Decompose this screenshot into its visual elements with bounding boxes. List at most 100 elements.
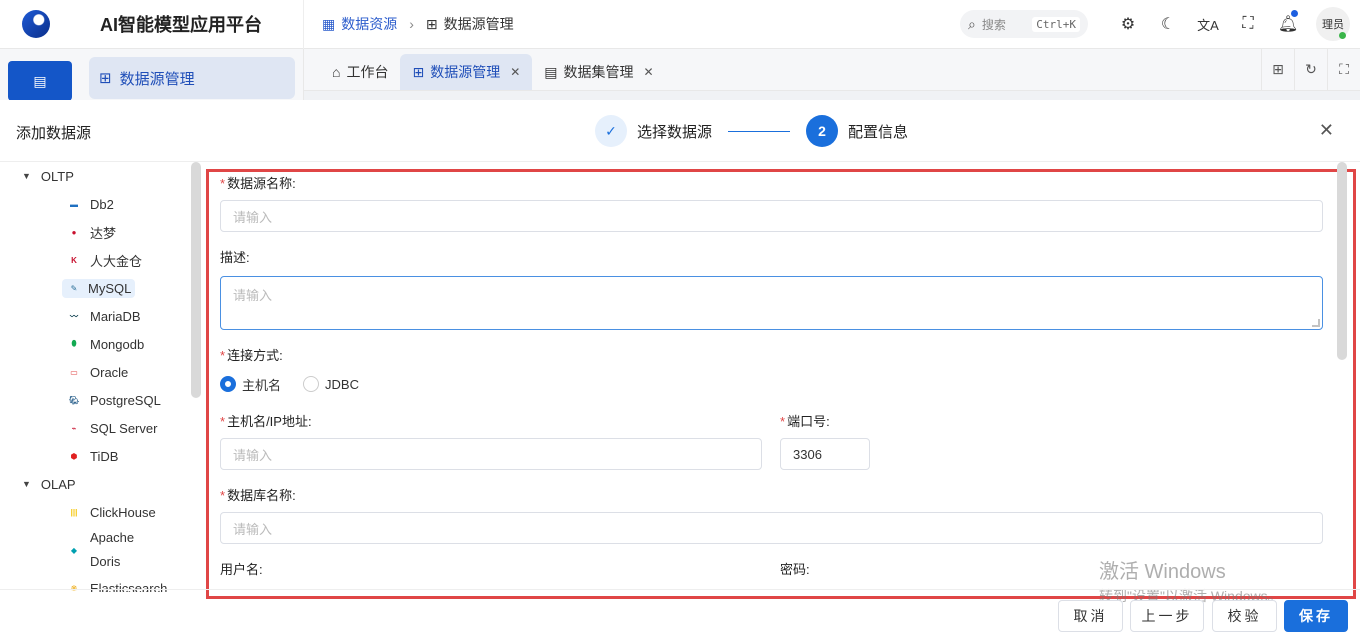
database-name-input[interactable]: 请输入 xyxy=(220,512,1323,544)
tree-item-label: PostgreSQL xyxy=(90,392,161,408)
tree-item-dameng[interactable]: ● 达梦 xyxy=(0,218,202,246)
mariadb-icon: 〰 xyxy=(70,311,78,321)
host-input[interactable]: 请输入 xyxy=(220,438,762,470)
tree-item-mariadb[interactable]: 〰 MariaDB xyxy=(0,302,202,330)
radio-checked-icon xyxy=(220,376,236,392)
grid-icon[interactable]: ⊞ xyxy=(1261,48,1294,90)
tree-item-mysql[interactable]: ✎ MySQL xyxy=(0,274,202,302)
tabs-bar: ⌂ 工作台 ⊞ 数据源管理 ✕ ▤ 数据集管理 ✕ ⊞ ↻ ⛶ xyxy=(304,48,1360,91)
tree-item-clickhouse[interactable]: ||| ClickHouse xyxy=(0,498,202,526)
refresh-icon[interactable]: ↻ xyxy=(1294,48,1327,90)
username-label: 用户名: xyxy=(220,562,263,577)
breadcrumb-current: 数据源管理 xyxy=(443,16,514,32)
dameng-icon: ● xyxy=(71,227,77,237)
tab-workbench[interactable]: ⌂ 工作台 xyxy=(320,54,400,90)
translate-icon[interactable]: 文A xyxy=(1188,10,1228,38)
tree-item-label: MySQL xyxy=(88,280,132,296)
tab-label: 数据集管理 xyxy=(563,64,634,80)
subnav-item-datasource[interactable]: ⊞ 数据源管理 xyxy=(89,57,295,99)
check-icon: ✓ xyxy=(595,115,627,147)
tab-datasource[interactable]: ⊞ 数据源管理 ✕ xyxy=(400,54,533,90)
tree-item-tidb[interactable]: ⬢ TiDB xyxy=(0,442,202,470)
datasource-icon: ⊞ xyxy=(425,15,438,32)
search-icon: ⌕ xyxy=(968,15,976,32)
app-title: AI智能模型应用平台 xyxy=(72,0,304,49)
tree-item-doris[interactable]: ◆ Apache Doris xyxy=(0,526,202,574)
home-icon: ⌂ xyxy=(332,64,341,80)
moon-icon[interactable]: ☾ xyxy=(1148,10,1188,38)
search-shortcut: Ctrl+K xyxy=(1032,16,1080,32)
doris-icon: ◆ xyxy=(70,545,78,555)
step-connector xyxy=(728,130,791,132)
verify-button[interactable]: 校验 xyxy=(1212,600,1277,632)
breadcrumb-root[interactable]: 数据资源 xyxy=(341,14,397,34)
step-1-label: 选择数据源 xyxy=(637,123,713,141)
tree-item-sqlserver[interactable]: ⌁ SQL Server xyxy=(0,414,202,442)
cancel-button[interactable]: 取消 xyxy=(1058,600,1123,632)
bell-icon[interactable]: 🔔︎ xyxy=(1268,10,1308,38)
radio-hostname[interactable]: 主机名 xyxy=(220,375,281,394)
notification-badge xyxy=(1291,10,1298,17)
gear-icon[interactable]: ⚙ xyxy=(1108,10,1148,38)
tree-item-postgresql[interactable]: 🐘︎ PostgreSQL xyxy=(0,386,202,414)
tree-item-label: Db2 xyxy=(90,196,114,212)
app-logo[interactable] xyxy=(0,0,72,49)
port-label: * 端口号: xyxy=(780,414,830,429)
conn-label: * 连接方式: xyxy=(220,348,283,363)
dbname-label: * 数据库名称: xyxy=(220,488,296,503)
tree-item-label: Mongodb xyxy=(90,336,145,352)
form-scrollbar[interactable] xyxy=(1337,162,1347,360)
tree-group-label: OLAP xyxy=(40,476,76,492)
description-textarea[interactable]: 请输入 xyxy=(220,276,1323,330)
mongodb-icon: ⬮ xyxy=(71,339,77,348)
postgresql-icon: 🐘︎ xyxy=(68,395,80,405)
step-2-number: 2 xyxy=(806,115,839,147)
database-icon: ▦ xyxy=(322,15,336,32)
host-label: * 主机名/IP地址: xyxy=(220,414,312,429)
radio-unchecked-icon xyxy=(303,376,320,392)
tree-group-olap[interactable]: ▼ OLAP xyxy=(0,470,202,498)
close-icon[interactable]: ✕ xyxy=(1319,120,1334,141)
tree-item-label: Elasticsearch xyxy=(90,580,168,593)
steps: ✓ 选择数据源 2 配置信息 xyxy=(595,115,908,147)
tree-item-db2[interactable]: ▬ Db2 xyxy=(0,190,202,218)
mysql-icon: ✎ xyxy=(70,283,78,293)
subnav-item-label: 数据源管理 xyxy=(119,70,195,88)
kingbase-icon: K xyxy=(71,255,77,265)
port-input[interactable]: 3306 xyxy=(780,438,870,470)
datasource-tree: ▼ OLTP ▬ Db2 ● 达梦 K 人大金仓 ✎ MySQL 〰 Maria… xyxy=(0,162,202,592)
desc-label: 描述: xyxy=(220,250,250,265)
previous-step-button[interactable]: 上一步 xyxy=(1130,600,1204,632)
close-icon[interactable]: ✕ xyxy=(644,65,654,79)
footer-divider xyxy=(0,589,1360,590)
db2-icon: ▬ xyxy=(70,199,78,209)
tree-item-oracle[interactable]: ▭ Oracle xyxy=(0,358,202,386)
tree-item-kingbase[interactable]: K 人大金仓 xyxy=(0,246,202,274)
elasticsearch-icon: ❋ xyxy=(70,583,78,593)
datasource-name-input[interactable]: 请输入 xyxy=(220,200,1323,232)
tree-item-label: 达梦 xyxy=(90,225,117,241)
save-button[interactable]: 保存 xyxy=(1284,600,1348,632)
close-icon[interactable]: ✕ xyxy=(510,65,520,79)
caret-down-icon: ▼ xyxy=(22,479,31,489)
tree-item-label: ClickHouse xyxy=(90,504,156,520)
dialog-header: 添加数据源 ✓ 选择数据源 2 配置信息 ✕ xyxy=(0,100,1360,162)
search-input[interactable]: ⌕ 搜索 Ctrl+K xyxy=(960,10,1088,38)
tree-scrollbar[interactable] xyxy=(191,162,201,398)
tree-item-label: MariaDB xyxy=(90,308,141,324)
resize-handle[interactable] xyxy=(1312,319,1320,327)
datasource-icon: ⊞ xyxy=(412,63,425,80)
fullscreen-icon[interactable]: ⛶ xyxy=(1228,10,1268,38)
tree-group-oltp[interactable]: ▼ OLTP xyxy=(0,162,202,190)
tree-item-label: Apache Doris xyxy=(90,530,135,569)
tree-item-label: Oracle xyxy=(90,364,129,380)
tab-dataset[interactable]: ▤ 数据集管理 ✕ xyxy=(532,54,665,90)
radio-jdbc[interactable]: JDBC xyxy=(303,376,359,392)
mysql-selected: ✎ MySQL xyxy=(62,278,136,298)
rail-data-button[interactable]: ▤ xyxy=(8,61,72,101)
focus-icon[interactable]: ⛶ xyxy=(1327,48,1360,90)
list-icon: ▤ xyxy=(544,63,558,80)
chevron-right-icon: › xyxy=(409,16,414,32)
avatar[interactable]: 理员 xyxy=(1316,7,1350,41)
tree-item-mongodb[interactable]: ⬮ Mongodb xyxy=(0,330,202,358)
